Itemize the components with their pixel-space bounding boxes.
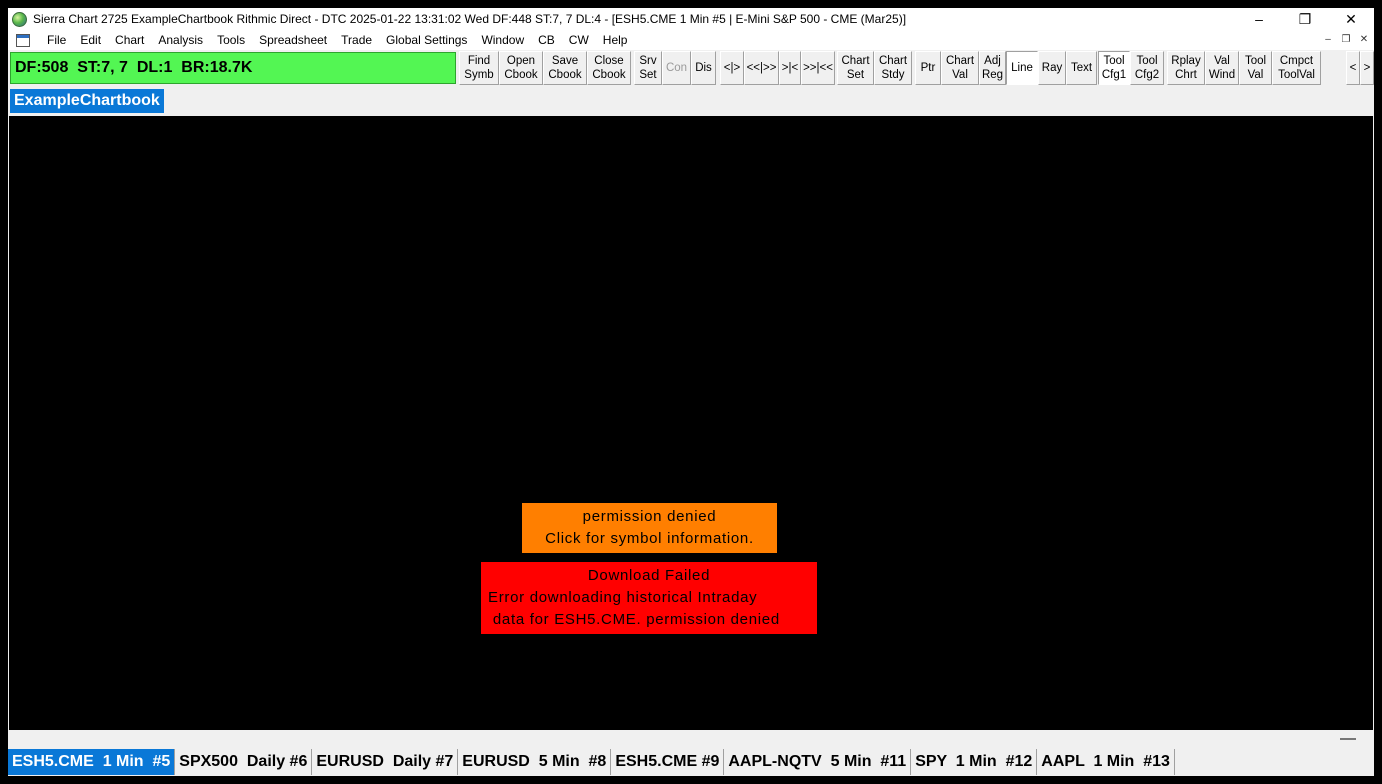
chart-settings-button[interactable]: Chart Set [837, 51, 874, 85]
minimize-button[interactable]: – [1236, 8, 1282, 30]
menu-global-settings[interactable]: Global Settings [379, 33, 474, 47]
disconnect-button[interactable]: Dis [691, 51, 716, 85]
permission-denied-message[interactable]: permission denied Click for symbol infor… [522, 503, 777, 553]
tool-values-button[interactable]: Tool Val [1239, 51, 1272, 85]
chart-tab-spx500-daily[interactable]: SPX500 Daily #6 [175, 749, 313, 775]
chart-values-tool-button[interactable]: Chart Val [941, 51, 979, 85]
chart-tab-aapl-1min[interactable]: AAPL 1 Min #13 [1037, 749, 1175, 775]
server-settings-button[interactable]: Srv Set [634, 51, 662, 85]
zoom-out-button[interactable]: >|< [779, 51, 801, 85]
replay-chart-button[interactable]: Rplay Chrt [1167, 51, 1205, 85]
adjust-region-button[interactable]: Adj Reg [979, 51, 1006, 85]
menu-trade[interactable]: Trade [334, 33, 379, 47]
toolbar-scroll-left-button[interactable]: < [1346, 51, 1360, 85]
menu-bar: File Edit Chart Analysis Tools Spreadshe… [8, 30, 1374, 50]
connection-status-box[interactable]: DF:508 ST:7, 7 DL:1 BR:18.7K [10, 52, 456, 84]
chart-tab-spy-1min[interactable]: SPY 1 Min #12 [911, 749, 1038, 775]
tool-config-1-button[interactable]: Tool Cfg1 [1098, 51, 1130, 85]
sierra-chart-app-icon[interactable] [12, 11, 27, 27]
connect-button[interactable]: Con [662, 51, 691, 85]
close-chartbook-button[interactable]: Close Cbook [587, 51, 631, 85]
download-message-line-3: data for ESH5.CME. permission denied [488, 611, 780, 628]
chart-tab-eurusd-daily[interactable]: EURUSD Daily #7 [312, 749, 459, 775]
close-button[interactable]: ✕ [1328, 8, 1374, 30]
zoom-out-more-button[interactable]: >>|<< [801, 51, 835, 85]
zoom-in-button[interactable]: <|> [720, 51, 744, 85]
chart-scroll-strip [8, 730, 1374, 748]
compact-tool-values-button[interactable]: Cmpct ToolVal [1272, 51, 1321, 85]
text-tool-button[interactable]: Text [1066, 51, 1097, 85]
permission-message-line-2: Click for symbol information. [545, 530, 754, 547]
zoom-in-more-button[interactable]: <<|>> [744, 51, 779, 85]
chart-tab-esh5-9[interactable]: ESH5.CME #9 [611, 749, 725, 775]
chartbook-tab[interactable]: ExampleChartbook [10, 89, 164, 113]
chart-document-icon[interactable] [16, 33, 30, 47]
menu-window[interactable]: Window [474, 33, 531, 47]
chart-tab-aapl-nqtv-5min[interactable]: AAPL-NQTV 5 Min #11 [724, 749, 912, 775]
open-chartbook-button[interactable]: Open Cbook [499, 51, 543, 85]
menu-edit[interactable]: Edit [73, 33, 108, 47]
restore-button[interactable]: ❐ [1282, 8, 1328, 30]
app-window: Sierra Chart 2725 ExampleChartbook Rithm… [8, 8, 1374, 776]
chart-tab-esh5-1min[interactable]: ESH5.CME 1 Min #5 [8, 749, 176, 775]
toolbar-scroll-right-button[interactable]: > [1360, 51, 1374, 85]
download-message-line-2: Error downloading historical Intraday [488, 589, 758, 606]
values-window-button[interactable]: Val Wind [1205, 51, 1239, 85]
download-failed-message: Download Failed Error downloading histor… [481, 562, 817, 634]
scroll-handle[interactable] [1340, 738, 1356, 740]
save-chartbook-button[interactable]: Save Cbook [543, 51, 587, 85]
window-controls: – ❐ ✕ [1236, 8, 1374, 30]
menu-tools[interactable]: Tools [210, 33, 252, 47]
menu-file[interactable]: File [40, 33, 73, 47]
chart-minimize-button[interactable]: – [1320, 32, 1336, 47]
menu-spreadsheet[interactable]: Spreadsheet [252, 33, 334, 47]
menu-cb[interactable]: CB [531, 33, 562, 47]
menu-help[interactable]: Help [596, 33, 635, 47]
chart-tab-eurusd-5min[interactable]: EURUSD 5 Min #8 [458, 749, 612, 775]
find-symbol-button[interactable]: Find Symb [459, 51, 499, 85]
menu-chart[interactable]: Chart [108, 33, 151, 47]
ray-tool-button[interactable]: Ray [1038, 51, 1066, 85]
menu-analysis[interactable]: Analysis [151, 33, 210, 47]
control-bar: DF:508 ST:7, 7 DL:1 BR:18.7K Find Symb O… [8, 50, 1374, 88]
chartbook-tab-row: ExampleChartbook [8, 88, 1374, 114]
chart-close-button[interactable]: ✕ [1356, 32, 1372, 47]
chart-window-controls: – ❐ ✕ [1320, 32, 1372, 47]
chart-tabs-bar: ESH5.CME 1 Min #5 SPX500 Daily #6 EURUSD… [8, 749, 1175, 775]
title-bar[interactable]: Sierra Chart 2725 ExampleChartbook Rithm… [8, 8, 1374, 30]
chart-studies-button[interactable]: Chart Stdy [874, 51, 912, 85]
menu-cw[interactable]: CW [562, 33, 596, 47]
window-title: Sierra Chart 2725 ExampleChartbook Rithm… [33, 12, 907, 26]
chart-restore-button[interactable]: ❐ [1338, 32, 1354, 47]
chart-area[interactable]: permission denied Click for symbol infor… [9, 116, 1373, 730]
download-message-title: Download Failed [587, 567, 711, 584]
line-tool-button[interactable]: Line [1006, 51, 1038, 85]
permission-message-line-1: permission denied [582, 508, 717, 525]
pointer-tool-button[interactable]: Ptr [915, 51, 941, 85]
tool-config-2-button[interactable]: Tool Cfg2 [1130, 51, 1164, 85]
